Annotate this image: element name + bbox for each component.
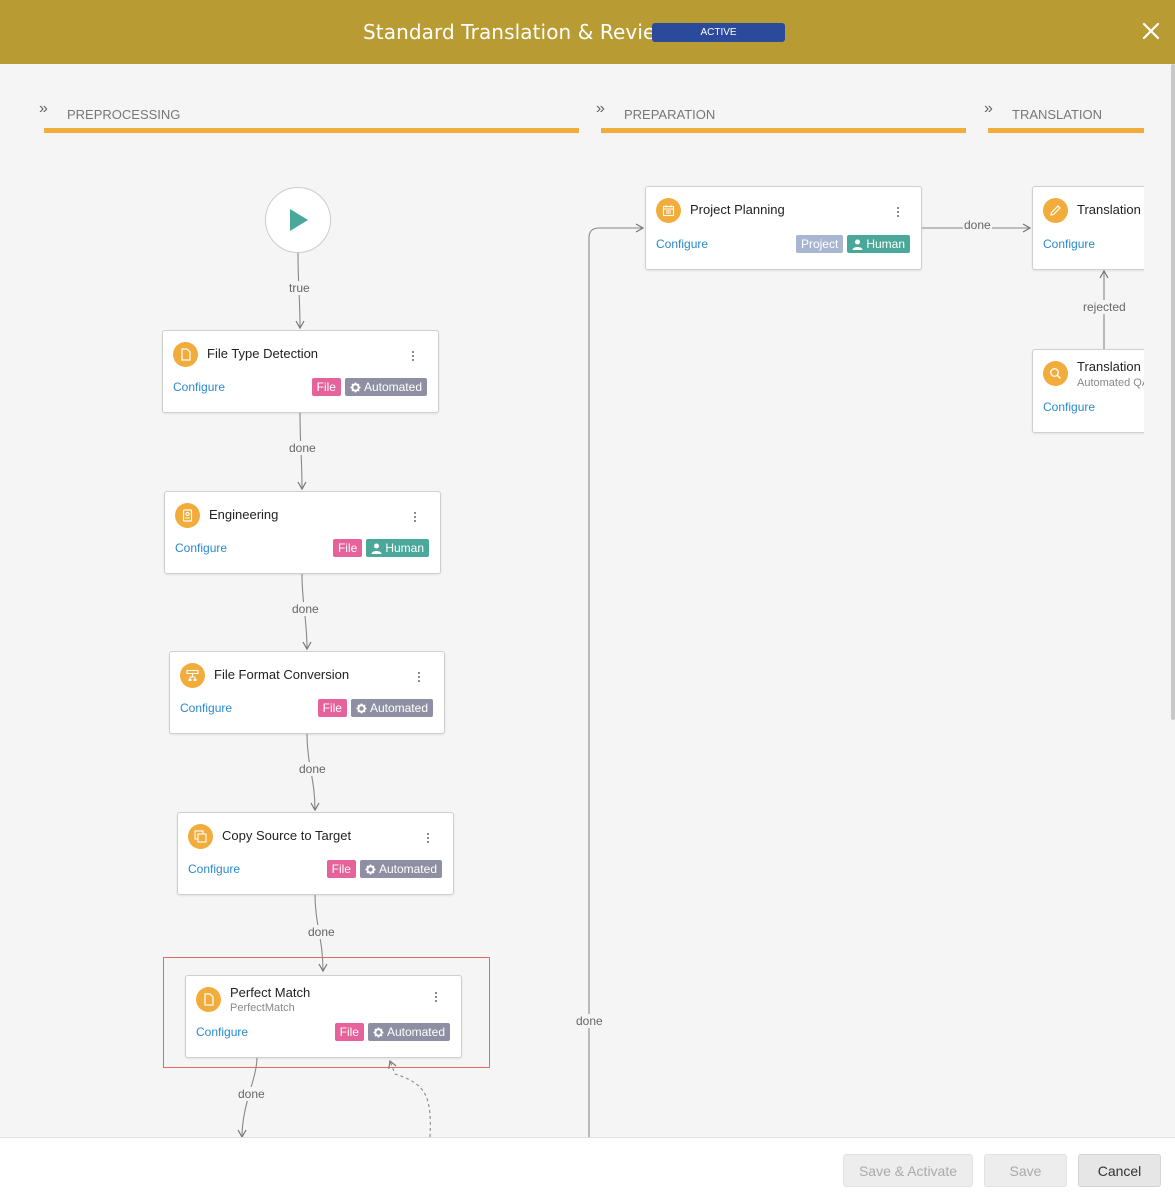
user-icon [852, 239, 863, 250]
configure-link[interactable]: Configure [175, 541, 227, 555]
save-activate-button[interactable]: Save & Activate [843, 1154, 973, 1187]
tag-file: File [317, 699, 347, 717]
node-title: Engineering [209, 507, 279, 522]
configure-link[interactable]: Configure [188, 862, 240, 876]
tag-automated: Automated [350, 699, 433, 717]
configure-link[interactable]: Configure [656, 237, 708, 251]
tag-automated: Automated [359, 860, 442, 878]
cancel-button[interactable]: Cancel [1078, 1154, 1161, 1187]
node-file-format-conversion[interactable]: File Format Conversion Configure File Au… [169, 651, 445, 734]
configure-link[interactable]: Configure [180, 701, 232, 715]
tag-file: File [332, 539, 363, 557]
workflow-title: Standard Translation & Review [363, 20, 672, 44]
edge-label: true [288, 281, 311, 295]
selection-highlight [163, 957, 490, 1068]
tag-label: Automated [369, 701, 428, 715]
calendar-icon [656, 198, 681, 223]
tag-label: Automated [378, 862, 437, 876]
user-icon [371, 543, 382, 554]
edge-label: rejected [1082, 300, 1127, 314]
edge-label: done [963, 218, 992, 232]
vertical-scrollbar[interactable] [1171, 64, 1175, 720]
edge-label: done [288, 441, 317, 455]
edge-label: done [307, 925, 336, 939]
edge-label: done [237, 1087, 266, 1101]
dialog-footer: Save & Activate Save Cancel [0, 1137, 1175, 1200]
node-title: Translation [1077, 359, 1141, 374]
gear-icon [365, 864, 376, 874]
more-vertical-icon[interactable] [408, 349, 418, 365]
node-subtitle: Automated QA [1077, 377, 1150, 389]
edge-label: done [298, 762, 327, 776]
tag-label: Automated [363, 380, 422, 394]
node-engineering[interactable]: Engineering Configure File Human [164, 491, 441, 574]
conversion-icon [180, 663, 205, 688]
search-icon [1043, 361, 1068, 386]
node-title: File Format Conversion [214, 667, 350, 682]
more-vertical-icon[interactable] [410, 510, 420, 526]
save-button[interactable]: Save [984, 1154, 1067, 1187]
play-icon [290, 209, 308, 231]
edge-label: done [575, 1014, 604, 1028]
more-vertical-icon[interactable] [423, 831, 433, 847]
node-title: File Type Detection [207, 346, 319, 361]
more-vertical-icon[interactable] [414, 670, 424, 686]
pencil-icon [1043, 198, 1068, 223]
gear-icon [350, 382, 361, 392]
node-file-type-detection[interactable]: File Type Detection Configure File Autom… [162, 330, 439, 413]
tag-label: Human [385, 541, 424, 555]
node-title: Translation [1077, 202, 1141, 217]
edge-label: done [291, 602, 320, 616]
tag-human: Human [847, 235, 910, 253]
tag-file: File [326, 860, 356, 878]
status-badge: ACTIVE [652, 23, 785, 42]
file-icon [173, 342, 198, 367]
node-title: Copy Source to Target [222, 828, 352, 843]
tag-project: Project [795, 235, 844, 253]
copy-icon [188, 824, 213, 849]
node-copy-source-to-target[interactable]: Copy Source to Target Configure File Aut… [177, 812, 454, 895]
engineering-icon [175, 503, 200, 528]
dialog-header: Standard Translation & Review ACTIVE [0, 0, 1175, 64]
node-title: Project Planning [690, 202, 785, 217]
start-node[interactable] [265, 187, 331, 253]
tag-automated: Automated [344, 378, 427, 396]
tag-human: Human [366, 539, 429, 557]
configure-link[interactable]: Configure [173, 380, 225, 394]
close-icon[interactable] [1138, 18, 1164, 44]
tag-label: Human [866, 237, 905, 251]
tag-file: File [311, 378, 341, 396]
configure-link[interactable]: Configure [1043, 237, 1095, 251]
configure-link[interactable]: Configure [1043, 400, 1095, 414]
more-vertical-icon[interactable] [893, 205, 903, 221]
workflow-canvas[interactable]: » PREPROCESSING » PREPARATION » TRANSLAT… [0, 64, 1175, 1137]
gear-icon [356, 703, 367, 713]
node-project-planning[interactable]: Project Planning Configure Project Human [645, 186, 922, 270]
